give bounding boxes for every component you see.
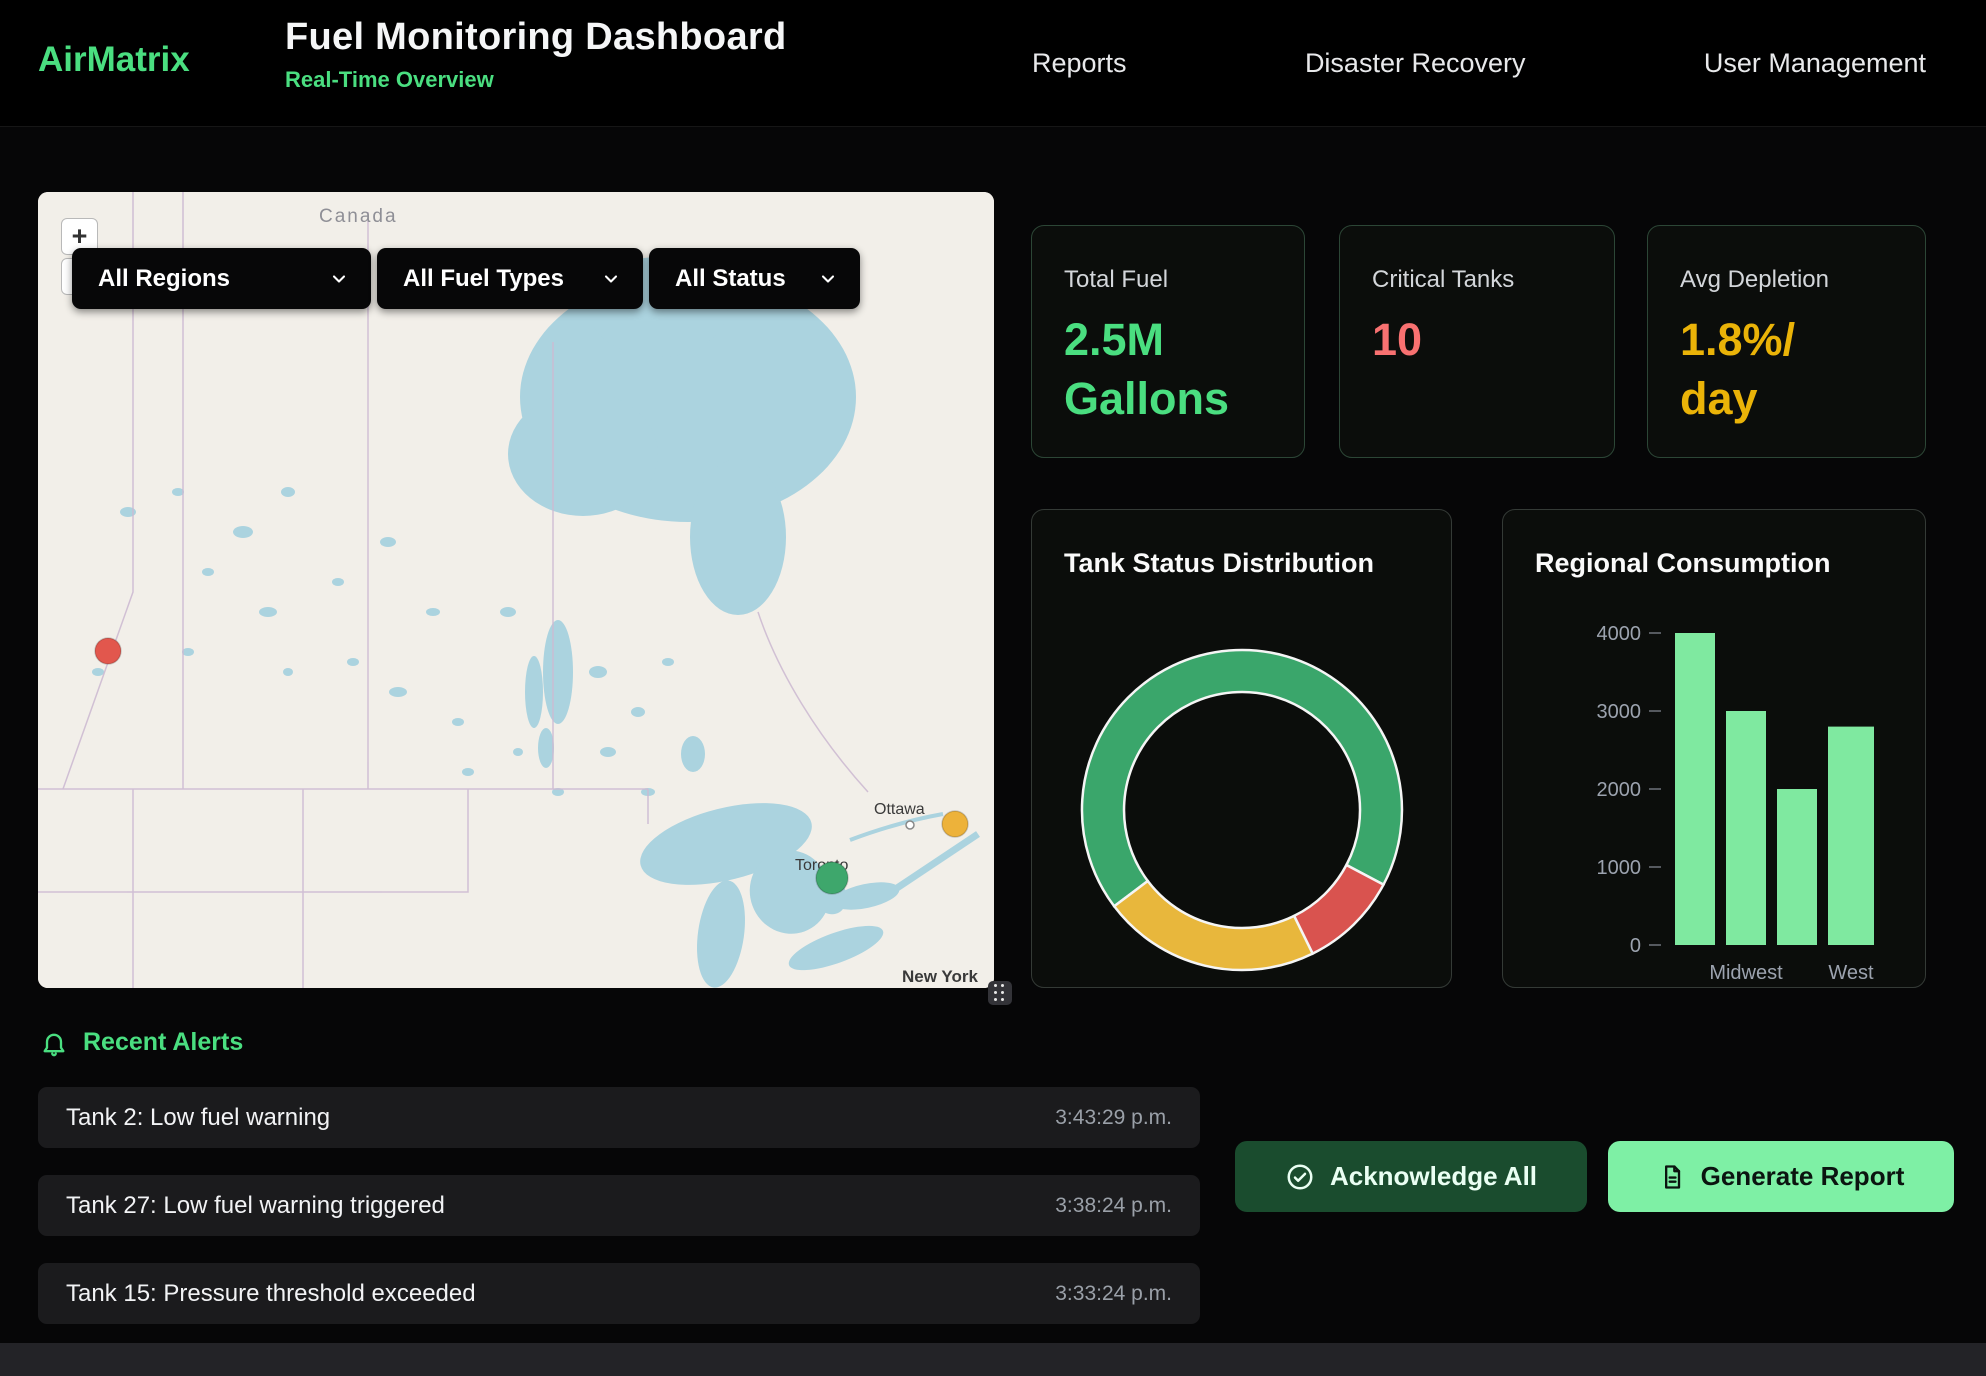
- donut-segment-critical[interactable]: [1294, 865, 1383, 954]
- map-label-canada: Canada: [319, 206, 398, 227]
- regions-dropdown-label: All Regions: [98, 265, 230, 293]
- generate-report-label: Generate Report: [1701, 1161, 1905, 1192]
- generate-report-button[interactable]: Generate Report: [1608, 1141, 1954, 1212]
- alert-time: 3:43:29 p.m.: [1055, 1106, 1172, 1130]
- alert-row[interactable]: Tank 15: Pressure threshold exceeded 3:3…: [38, 1263, 1200, 1324]
- regional-consumption-card: Regional Consumption 01000200030004000Mi…: [1502, 509, 1926, 988]
- tank-marker-critical[interactable]: [95, 638, 121, 664]
- nav-disaster-recovery[interactable]: Disaster Recovery: [1305, 48, 1526, 79]
- y-tick-label: 3000: [1597, 701, 1642, 723]
- regions-dropdown[interactable]: All Regions: [72, 248, 371, 309]
- stat-card-critical-tanks: Critical Tanks 10: [1339, 225, 1615, 458]
- bell-icon: [40, 1029, 68, 1057]
- fuel-types-dropdown[interactable]: All Fuel Types: [377, 248, 643, 309]
- tank-marker-normal[interactable]: [816, 862, 848, 894]
- stat-label: Total Fuel: [1064, 266, 1272, 294]
- status-dropdown-label: All Status: [675, 265, 786, 293]
- map-drag-handle-icon[interactable]: [988, 981, 1012, 1005]
- x-tick-label: Midwest: [1709, 962, 1783, 984]
- fuel-types-dropdown-label: All Fuel Types: [403, 265, 564, 293]
- nav-reports[interactable]: Reports: [1032, 48, 1127, 79]
- stat-card-avg-depletion: Avg Depletion 1.8%/ day: [1647, 225, 1926, 458]
- main-nav: Reports Disaster Recovery User Managemen…: [1032, 0, 1926, 127]
- document-icon: [1658, 1163, 1686, 1191]
- tank-status-distribution-card: Tank Status Distribution: [1031, 509, 1452, 988]
- y-tick-label: 1000: [1597, 857, 1642, 879]
- recent-alerts-heading: Recent Alerts: [40, 1028, 243, 1057]
- stat-value: 10: [1372, 310, 1550, 369]
- bar-region-3[interactable]: [1828, 727, 1874, 945]
- status-dropdown[interactable]: All Status: [649, 248, 860, 309]
- alert-text: Tank 2: Low fuel warning: [66, 1104, 330, 1132]
- map-label-new-york: New York: [902, 967, 978, 986]
- chevron-down-icon: [601, 269, 621, 289]
- chevron-down-icon: [329, 269, 349, 289]
- bar-region-2[interactable]: [1777, 789, 1817, 945]
- map-canvas[interactable]: Canada Ottawa Toronto New York: [38, 192, 994, 988]
- recent-alerts-title: Recent Alerts: [83, 1028, 243, 1057]
- y-tick-label: 4000: [1597, 623, 1642, 645]
- donut-segment-warning[interactable]: [1114, 881, 1312, 970]
- tank-marker-warning[interactable]: [942, 811, 968, 837]
- acknowledge-all-label: Acknowledge All: [1330, 1161, 1537, 1192]
- alert-text: Tank 27: Low fuel warning triggered: [66, 1192, 445, 1220]
- map-label-ottawa: Ottawa: [874, 801, 925, 818]
- alert-time: 3:38:24 p.m.: [1055, 1194, 1172, 1218]
- map-filter-bar: All Regions All Fuel Types All Status: [72, 248, 860, 309]
- alert-row[interactable]: Tank 2: Low fuel warning 3:43:29 p.m.: [38, 1087, 1200, 1148]
- window-bottom-strip: [0, 1343, 1986, 1376]
- header: AirMatrix Fuel Monitoring Dashboard Real…: [0, 0, 1986, 127]
- brand-logo[interactable]: AirMatrix: [38, 40, 190, 80]
- alert-row[interactable]: Tank 27: Low fuel warning triggered 3:38…: [38, 1175, 1200, 1236]
- page-subtitle: Real-Time Overview: [285, 67, 786, 93]
- bar-region-0[interactable]: [1675, 633, 1715, 945]
- stat-value: 2.5M Gallons: [1064, 310, 1242, 429]
- stat-label: Avg Depletion: [1680, 266, 1893, 294]
- chevron-down-icon: [818, 269, 838, 289]
- stat-value: 1.8%/ day: [1680, 310, 1858, 429]
- alert-text: Tank 15: Pressure threshold exceeded: [66, 1280, 476, 1308]
- donut-chart[interactable]: [1032, 510, 1452, 988]
- nav-user-management[interactable]: User Management: [1704, 48, 1926, 79]
- map-panel[interactable]: Canada Ottawa Toronto New York + − All R…: [38, 192, 994, 988]
- page-title: Fuel Monitoring Dashboard: [285, 16, 786, 59]
- title-block: Fuel Monitoring Dashboard Real-Time Over…: [285, 16, 786, 93]
- bar-chart[interactable]: 0 1000 2000 3000 4000 Midwest West: [1503, 510, 1926, 988]
- acknowledge-all-button[interactable]: Acknowledge All: [1235, 1141, 1587, 1212]
- y-tick-label: 0: [1630, 935, 1641, 957]
- check-circle-icon: [1285, 1162, 1315, 1192]
- stat-label: Critical Tanks: [1372, 266, 1582, 294]
- ottawa-town-dot: [906, 821, 914, 829]
- fuel-monitoring-dashboard: AirMatrix Fuel Monitoring Dashboard Real…: [0, 0, 1986, 1376]
- y-tick-label: 2000: [1597, 779, 1642, 801]
- alert-time: 3:33:24 p.m.: [1055, 1282, 1172, 1306]
- bar-region-1[interactable]: [1726, 711, 1766, 945]
- x-tick-label: West: [1828, 962, 1874, 984]
- stat-card-total-fuel: Total Fuel 2.5M Gallons: [1031, 225, 1305, 458]
